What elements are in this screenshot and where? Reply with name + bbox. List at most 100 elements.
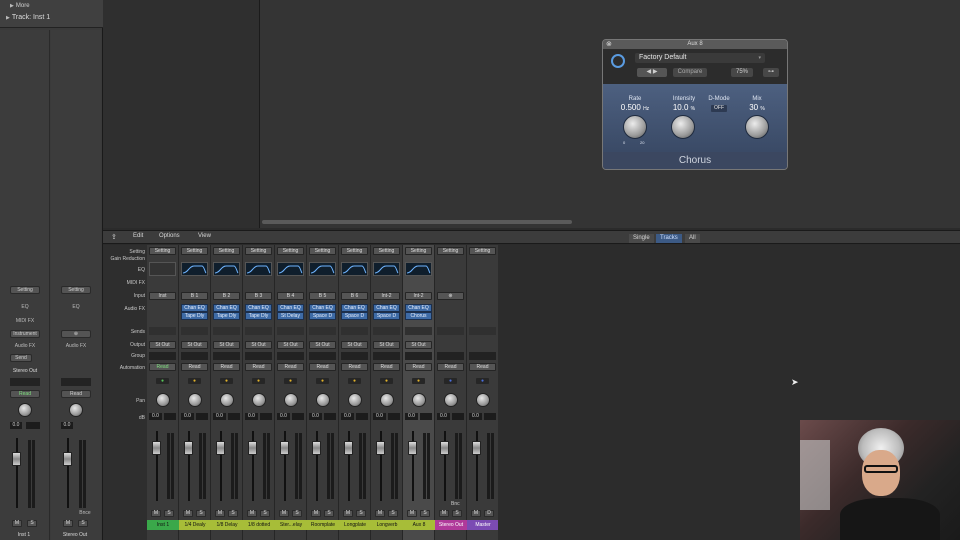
send-slot[interactable] — [277, 327, 304, 335]
eq-thumbnail[interactable] — [405, 262, 432, 276]
channel-name[interactable]: 1/8 dotted — [243, 520, 275, 530]
pan-knob[interactable] — [444, 393, 458, 407]
mute-button[interactable]: M — [151, 510, 161, 517]
pan-knob[interactable] — [476, 393, 490, 407]
eq-thumbnail[interactable] — [373, 262, 400, 276]
send-slot[interactable] — [309, 327, 336, 335]
rate-readout[interactable]: 0.500 Hz — [613, 103, 657, 112]
mute-button[interactable]: M — [247, 510, 257, 517]
volume-fader[interactable] — [440, 441, 449, 455]
view-single-button[interactable]: Single — [629, 234, 654, 243]
solo-button[interactable]: S — [228, 510, 238, 517]
pan-knob[interactable] — [412, 393, 426, 407]
send-slot[interactable] — [405, 327, 432, 335]
eq-thumbnail[interactable] — [277, 262, 304, 276]
audio-fx-plugin[interactable]: Tape Dly — [245, 312, 272, 320]
preset-nav[interactable]: ◀ ▶ — [637, 68, 667, 77]
pan-knob[interactable] — [252, 393, 266, 407]
input-slot[interactable]: B 1 — [181, 292, 208, 300]
view-all-button[interactable]: All — [685, 234, 700, 243]
group-slot[interactable] — [405, 352, 432, 360]
pan-knob[interactable] — [284, 393, 298, 407]
audio-fx-slot[interactable]: Audio FX — [61, 343, 91, 349]
send-slot[interactable] — [373, 327, 400, 335]
setting-button[interactable]: Setting — [373, 247, 400, 255]
link-icon[interactable]: ⊶ — [763, 68, 779, 77]
eq-slot[interactable]: EQ — [61, 304, 91, 310]
automation-read-button[interactable]: Read — [245, 363, 272, 371]
solo-button[interactable]: S — [27, 520, 37, 527]
mix-readout[interactable]: 30 % — [737, 103, 777, 112]
solo-button[interactable]: S — [260, 510, 270, 517]
plugin-title-bar[interactable]: ⊗ Aux 8 — [603, 40, 787, 49]
group-slot[interactable] — [373, 352, 400, 360]
mute-button[interactable]: M — [279, 510, 289, 517]
automation-read-button[interactable]: Read — [213, 363, 240, 371]
pan-knob[interactable] — [316, 393, 330, 407]
edit-menu[interactable]: Edit — [133, 233, 143, 239]
volume-fader[interactable] — [376, 441, 385, 455]
channel-name[interactable]: Roomplate — [307, 520, 339, 530]
volume-fader[interactable] — [12, 452, 21, 466]
solo-button[interactable]: S — [452, 510, 462, 517]
automation-read-button[interactable]: Read — [469, 363, 496, 371]
audio-fx-plugin[interactable]: Chan EQ — [245, 304, 272, 312]
mute-button[interactable]: M — [439, 510, 449, 517]
mute-button[interactable]: M — [471, 510, 481, 517]
group-slot[interactable] — [10, 378, 40, 386]
group-slot[interactable] — [181, 352, 208, 360]
pan-knob[interactable] — [348, 393, 362, 407]
solo-button[interactable]: S — [164, 510, 174, 517]
track-disclosure[interactable]: ▶ Track: Inst 1 — [6, 14, 50, 21]
options-menu[interactable]: Options — [159, 233, 180, 239]
group-slot[interactable] — [437, 352, 464, 360]
input-slot[interactable]: Int-2 — [405, 292, 432, 300]
eq-thumbnail[interactable] — [341, 262, 368, 276]
mute-button[interactable]: M — [63, 520, 73, 527]
input-slot[interactable]: Int-2 — [373, 292, 400, 300]
input-slot[interactable]: B 3 — [245, 292, 272, 300]
mute-button[interactable]: M — [375, 510, 385, 517]
pan-knob[interactable] — [188, 393, 202, 407]
link-icon[interactable]: ⊕ — [61, 330, 91, 338]
solo-button[interactable]: S — [292, 510, 302, 517]
audio-fx-plugin[interactable]: Chan EQ — [309, 304, 336, 312]
audio-fx-plugin[interactable]: Chan EQ — [405, 304, 432, 312]
volume-fader[interactable] — [63, 452, 72, 466]
audio-fx-plugin[interactable]: Chorus — [405, 312, 432, 320]
solo-button[interactable]: S — [356, 510, 366, 517]
view-menu[interactable]: View — [198, 233, 211, 239]
output-slot[interactable]: St Out — [181, 341, 208, 349]
input-slot[interactable]: B 2 — [213, 292, 240, 300]
automation-read-button[interactable]: Read — [405, 363, 432, 371]
solo-button[interactable]: S — [388, 510, 398, 517]
group-slot[interactable] — [245, 352, 272, 360]
input-slot[interactable]: B 4 — [277, 292, 304, 300]
setting-button[interactable]: Setting — [469, 247, 496, 255]
automation-read-button[interactable]: Read — [437, 363, 464, 371]
pan-knob[interactable] — [220, 393, 234, 407]
setting-button[interactable]: Setting — [181, 247, 208, 255]
more-disclosure[interactable]: ▶ More — [10, 3, 30, 9]
setting-button[interactable]: Setting — [245, 247, 272, 255]
eq-thumbnail[interactable] — [181, 262, 208, 276]
group-slot[interactable] — [213, 352, 240, 360]
link-icon[interactable]: ⊕ — [437, 292, 464, 300]
channel-name[interactable]: Master — [467, 520, 499, 530]
automation-read-button[interactable]: Read — [277, 363, 304, 371]
pan-knob[interactable] — [69, 403, 83, 417]
pan-knob[interactable] — [380, 393, 394, 407]
automation-read-button[interactable]: Read — [373, 363, 400, 371]
output-slot[interactable]: St Out — [277, 341, 304, 349]
output-slot[interactable]: St Out — [373, 341, 400, 349]
input-slot[interactable]: B 5 — [309, 292, 336, 300]
send-slot[interactable] — [437, 327, 464, 335]
channel-name[interactable]: Inst 1 — [147, 520, 179, 530]
volume-fader[interactable] — [408, 441, 417, 455]
input-slot[interactable]: Inst — [149, 292, 176, 300]
setting-button[interactable]: Setting — [437, 247, 464, 255]
audio-fx-slot[interactable]: Audio FX — [10, 343, 40, 349]
volume-fader[interactable] — [280, 441, 289, 455]
audio-fx-plugin[interactable]: Chan EQ — [341, 304, 368, 312]
audio-fx-plugin[interactable]: Tape Dly — [181, 312, 208, 320]
